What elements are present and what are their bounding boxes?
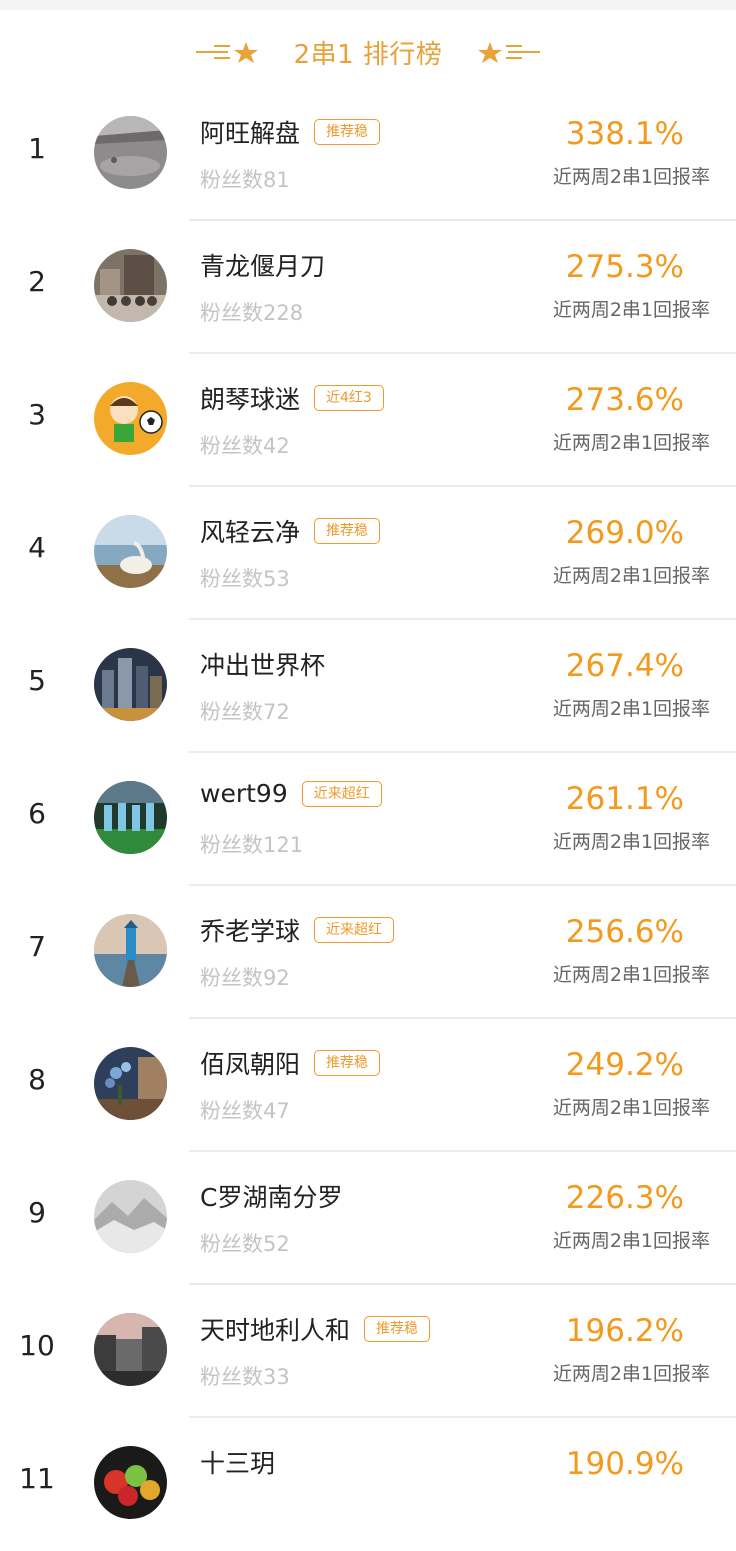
rank-number: 1 (28, 132, 46, 165)
rank-number: 7 (28, 930, 46, 963)
avatar[interactable] (94, 515, 167, 588)
return-rate: 269.0% (565, 515, 684, 551)
leaderboard-row[interactable]: 8 佰凤朝阳 推荐稳 粉丝数47 249.2% 近两周2串1回报率 (0, 1019, 736, 1152)
rank-number: 11 (19, 1462, 55, 1495)
avatar[interactable] (94, 116, 167, 189)
fans-count: 粉丝数92 (200, 966, 290, 990)
leaderboard-row[interactable]: 4 风轻云净 推荐稳 粉丝数53 269.0% 近两周2串1回报率 (0, 487, 736, 620)
user-name[interactable]: 乔老学球 (200, 912, 300, 948)
tag-badge: 近来超红 (314, 917, 395, 943)
avatar[interactable] (94, 1047, 167, 1120)
fans-count: 粉丝数72 (200, 700, 290, 724)
top-strip (0, 0, 736, 10)
return-rate: 275.3% (565, 249, 684, 285)
tag-badge: 推荐稳 (314, 518, 381, 544)
rank-number: 6 (28, 797, 46, 830)
return-rate-label: 近两周2串1回报率 (552, 964, 710, 986)
fans-count: 粉丝数81 (200, 168, 290, 192)
rank-number: 9 (28, 1196, 46, 1229)
user-name[interactable]: 阿旺解盘 (200, 114, 300, 150)
avatar[interactable] (94, 648, 167, 721)
return-rate: 338.1% (565, 116, 684, 152)
user-name[interactable]: 朗琴球迷 (200, 380, 300, 416)
leaderboard-row[interactable]: 9 C罗湖南分罗 粉丝数52 226.3% 近两周2串1回报率 (0, 1152, 736, 1285)
right-star-decoration-icon (476, 40, 542, 64)
tag-badge: 推荐稳 (314, 119, 381, 145)
leaderboard-row[interactable]: 5 冲出世界杯 粉丝数72 267.4% 近两周2串1回报率 (0, 620, 736, 753)
return-rate: 267.4% (565, 648, 684, 684)
return-rate-label: 近两周2串1回报率 (552, 166, 710, 188)
fans-count: 粉丝数47 (200, 1099, 290, 1123)
user-name[interactable]: 十三玥 (200, 1444, 275, 1480)
avatar[interactable] (94, 781, 167, 854)
leaderboard-header: 2串1 排行榜 (0, 10, 736, 94)
tag-badge: 推荐稳 (364, 1316, 431, 1342)
return-rate: 226.3% (565, 1180, 684, 1216)
fans-count: 粉丝数121 (200, 833, 304, 857)
tag-badge: 推荐稳 (314, 1050, 381, 1076)
return-rate-label: 近两周2串1回报率 (552, 299, 710, 321)
avatar[interactable] (94, 1313, 167, 1386)
avatar[interactable] (94, 1180, 167, 1253)
return-rate-label: 近两周2串1回报率 (552, 1230, 710, 1252)
fans-count: 粉丝数52 (200, 1232, 290, 1256)
return-rate-label: 近两周2串1回报率 (552, 831, 710, 853)
user-name[interactable]: 佰凤朝阳 (200, 1045, 300, 1081)
fans-count: 粉丝数33 (200, 1365, 290, 1389)
rank-number: 5 (28, 664, 46, 697)
return-rate-label: 近两周2串1回报率 (552, 1097, 710, 1119)
leaderboard-row[interactable]: 2 青龙偃月刀 粉丝数228 275.3% 近两周2串1回报率 (0, 221, 736, 354)
fans-count: 粉丝数42 (200, 434, 290, 458)
return-rate-label: 近两周2串1回报率 (552, 432, 710, 454)
user-name[interactable]: 青龙偃月刀 (200, 247, 325, 283)
return-rate: 273.6% (565, 382, 684, 418)
avatar[interactable] (94, 382, 167, 455)
leaderboard-row[interactable]: 1 阿旺解盘 推荐稳 粉丝数81 338.1% 近两周2串1回报率 (0, 88, 736, 221)
return-rate-label: 近两周2串1回报率 (552, 698, 710, 720)
fans-count: 粉丝数53 (200, 567, 290, 591)
rank-number: 4 (28, 531, 46, 564)
page-title: 2串1 排行榜 (293, 39, 443, 70)
leaderboard-row[interactable]: 11 十三玥 190.9% (0, 1418, 736, 1551)
avatar[interactable] (94, 1446, 167, 1519)
rank-number: 2 (28, 265, 46, 298)
tag-badge: 近来超红 (301, 780, 382, 807)
return-rate: 249.2% (565, 1047, 684, 1083)
leaderboard-row[interactable]: 10 天时地利人和 推荐稳 粉丝数33 196.2% 近两周2串1回报率 (0, 1285, 736, 1418)
leaderboard-list: 1 阿旺解盘 推荐稳 粉丝数81 338.1% 近两周2串1回报率 2 青龙偃月… (0, 88, 736, 1551)
user-name[interactable]: 冲出世界杯 (200, 646, 325, 682)
rank-number: 10 (19, 1329, 55, 1362)
avatar[interactable] (94, 914, 167, 987)
return-rate: 196.2% (565, 1313, 684, 1349)
rank-number: 8 (28, 1063, 46, 1096)
user-name[interactable]: 风轻云净 (200, 513, 300, 549)
fans-count: 粉丝数228 (200, 301, 304, 325)
return-rate: 261.1% (565, 781, 684, 817)
rank-number: 3 (28, 398, 46, 431)
return-rate: 256.6% (565, 914, 684, 950)
user-name[interactable]: 天时地利人和 (200, 1311, 350, 1347)
user-name[interactable]: wert99 (200, 779, 288, 808)
left-star-decoration-icon (194, 40, 260, 64)
leaderboard-row[interactable]: 3 朗琴球迷 近4红3 粉丝数42 273.6% 近两周2串1回报率 (0, 354, 736, 487)
user-name[interactable]: C罗湖南分罗 (200, 1178, 342, 1214)
leaderboard-row[interactable]: 6 wert99 近来超红 粉丝数121 261.1% 近两周2串1回报率 (0, 753, 736, 886)
leaderboard-row[interactable]: 7 乔老学球 近来超红 粉丝数92 256.6% 近两周2串1回报率 (0, 886, 736, 1019)
avatar[interactable] (94, 249, 167, 322)
return-rate: 190.9% (565, 1446, 684, 1482)
return-rate-label: 近两周2串1回报率 (552, 565, 710, 587)
return-rate-label: 近两周2串1回报率 (552, 1363, 710, 1385)
tag-badge: 近4红3 (314, 385, 384, 411)
